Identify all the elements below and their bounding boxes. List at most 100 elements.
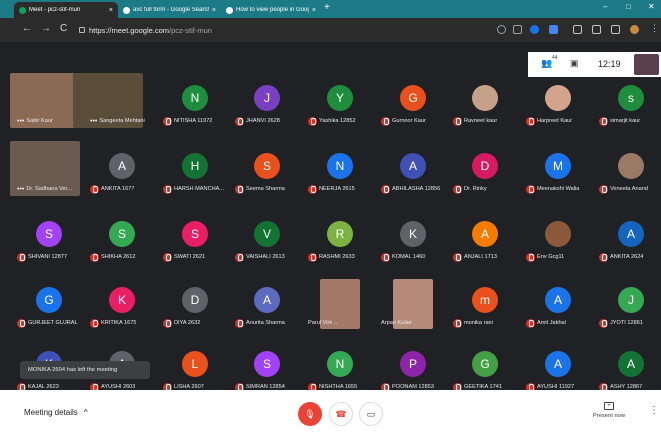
- participant-avatar: S: [254, 153, 280, 179]
- participant-tile[interactable]: m monika rani: [451, 285, 520, 339]
- mic-muted-icon: [163, 116, 172, 126]
- maximize-button[interactable]: □: [626, 2, 631, 11]
- chat-icon[interactable]: ▣: [570, 58, 579, 69]
- participant-tile[interactable]: V VAISHALI 2613: [233, 219, 302, 273]
- forward-button[interactable]: →: [41, 23, 51, 34]
- participant-tile[interactable]: A ANKITA 2624: [597, 219, 661, 273]
- participant-tile[interactable]: Arpan Kullar: [379, 279, 448, 339]
- new-tab-button[interactable]: +: [324, 2, 330, 13]
- participant-tile[interactable]: Veneeta Anand: [597, 151, 661, 205]
- tab-close-icon[interactable]: ×: [212, 7, 216, 14]
- extension-icon[interactable]: [549, 25, 558, 34]
- participant-tile[interactable]: S SWATI 2621: [161, 219, 230, 273]
- participant-tile[interactable]: K KRITIKA 1675: [88, 285, 157, 339]
- participant-tile[interactable]: ••• Sangeeta Mehtani: [73, 73, 157, 137]
- more-options-icon[interactable]: •••: [17, 118, 24, 125]
- participant-name: JHANVI 2628: [246, 118, 280, 124]
- extensions-puzzle-icon[interactable]: [592, 25, 601, 34]
- browser-menu-icon[interactable]: ⋮: [650, 23, 659, 33]
- participant-tile[interactable]: M Meenakshi Walia: [524, 151, 593, 205]
- reload-button[interactable]: C: [60, 23, 67, 34]
- participant-tile[interactable]: G Gurnoor Kaur: [379, 83, 448, 137]
- participant-namebar: Gurnoor Kaur: [381, 115, 448, 127]
- participant-tile[interactable]: J JHANVI 2628: [233, 83, 302, 137]
- camera-permission-icon[interactable]: [497, 25, 506, 34]
- more-options-icon[interactable]: •••: [90, 118, 97, 125]
- present-now-button[interactable]: + Present now: [589, 402, 629, 419]
- meeting-clock: 12:19: [598, 59, 621, 69]
- reading-list-icon[interactable]: [611, 25, 620, 34]
- participant-tile[interactable]: A Anurita Sharma: [233, 285, 302, 339]
- participant-tile[interactable]: H HARSH MANCHA...: [161, 151, 230, 205]
- tab-google-search[interactable]: avc full form - Google Search ×: [118, 2, 221, 18]
- participant-tile[interactable]: D DIYA 2632: [161, 285, 230, 339]
- participant-tile[interactable]: G GURJEET GUJRAL: [15, 285, 84, 339]
- tab-meet[interactable]: Meet - pcz-stif-mun ×: [14, 2, 118, 18]
- participant-tile[interactable]: D Dr. Rinky: [451, 151, 520, 205]
- participant-tile[interactable]: A ABHILASHA 12856: [379, 151, 448, 205]
- tab-title: avc full form - Google Search: [133, 7, 209, 13]
- participant-namebar: Anurita Sharma: [235, 317, 302, 329]
- participant-tile[interactable]: Ravneet kaur: [451, 83, 520, 137]
- participant-tile[interactable]: R RASHMI 2633: [306, 219, 375, 273]
- mic-muted-icon: [526, 184, 535, 194]
- address-bar[interactable]: https://meet.google.com/pcz-stif-mun: [79, 22, 529, 38]
- install-icon[interactable]: [513, 25, 522, 34]
- participant-namebar: monika rani: [453, 317, 520, 329]
- back-button[interactable]: ←: [22, 23, 32, 34]
- participant-tile[interactable]: A ANJALI 1713: [451, 219, 520, 273]
- participant-tile[interactable]: Y Yashika 12852: [306, 83, 375, 137]
- meeting-details-button[interactable]: Meeting details ^: [24, 408, 88, 417]
- participant-photo-avatar: [545, 221, 571, 247]
- participant-avatar: D: [182, 287, 208, 313]
- participant-avatar: S: [254, 351, 280, 377]
- profile-avatar[interactable]: [630, 25, 639, 34]
- star-icon[interactable]: [573, 25, 582, 34]
- mic-muted-icon: [163, 252, 172, 262]
- mic-toggle-button[interactable]: 🎙: [298, 402, 322, 426]
- participant-namebar: ••• Sangeeta Mehtani: [90, 115, 157, 127]
- participant-tile[interactable]: K KOMAL 1460: [379, 219, 448, 273]
- participant-name: DIYA 2632: [174, 320, 201, 326]
- participant-tile[interactable]: A ANKITA 1677: [88, 151, 157, 205]
- people-icon[interactable]: 👥: [541, 58, 552, 69]
- participant-tile[interactable]: S SHIVANI 12877: [15, 219, 84, 273]
- participant-name: Gurnoor Kaur: [392, 118, 426, 124]
- mic-muted-icon: [453, 116, 462, 126]
- participant-tile[interactable]: Parul Virk ...: [306, 279, 375, 339]
- minimize-button[interactable]: –: [603, 2, 607, 11]
- leave-call-button[interactable]: ☎: [329, 402, 353, 426]
- mic-muted-icon: [90, 318, 99, 328]
- participant-tile[interactable]: N NEERJA 2615: [306, 151, 375, 205]
- participant-namebar: KRITIKA 1675: [90, 317, 157, 329]
- tab-help-article[interactable]: How to view people in Google M ×: [221, 2, 321, 18]
- participant-tile[interactable]: ••• Dr. Sadhana Ver...: [10, 141, 84, 205]
- participant-avatar: A: [618, 221, 644, 247]
- camera-toggle-button[interactable]: ▭: [359, 402, 383, 426]
- extension-icon[interactable]: [530, 25, 539, 34]
- participant-namebar: simarjit kaur: [599, 115, 661, 127]
- tab-close-icon[interactable]: ×: [312, 7, 316, 14]
- participant-tile[interactable]: N NITISHA 11972: [161, 83, 230, 137]
- participant-tile[interactable]: S Seema Sharma: [233, 151, 302, 205]
- tab-close-icon[interactable]: ×: [109, 7, 113, 14]
- participant-namebar: DIYA 2632: [163, 317, 230, 329]
- mic-muted-icon: [381, 184, 390, 194]
- participant-tile[interactable]: A Amit Jakhal: [524, 285, 593, 339]
- participant-tile[interactable]: Harpreet Kaur: [524, 83, 593, 137]
- mic-muted-icon: [526, 116, 535, 126]
- participant-avatar: A: [109, 153, 135, 179]
- participant-tile[interactable]: s simarjit kaur: [597, 83, 661, 137]
- participant-name: Sabir Kaur: [26, 118, 53, 124]
- more-options-icon[interactable]: ⋮: [649, 405, 659, 416]
- participant-name: NEERJA 2615: [319, 186, 355, 192]
- participant-tile[interactable]: J JYOTI 12861: [597, 285, 661, 339]
- more-options-icon[interactable]: •••: [17, 186, 24, 193]
- participant-namebar: KOMAL 1460: [381, 251, 448, 263]
- participant-tile[interactable]: Env Gcg11: [524, 219, 593, 273]
- participant-tile[interactable]: S SHIKHA 2612: [88, 219, 157, 273]
- chevron-up-icon: ^: [83, 408, 88, 417]
- participant-name: Sangeeta Mehtani: [99, 118, 145, 124]
- close-window-button[interactable]: ✕: [648, 2, 655, 11]
- participant-name: NITISHA 11972: [174, 118, 213, 124]
